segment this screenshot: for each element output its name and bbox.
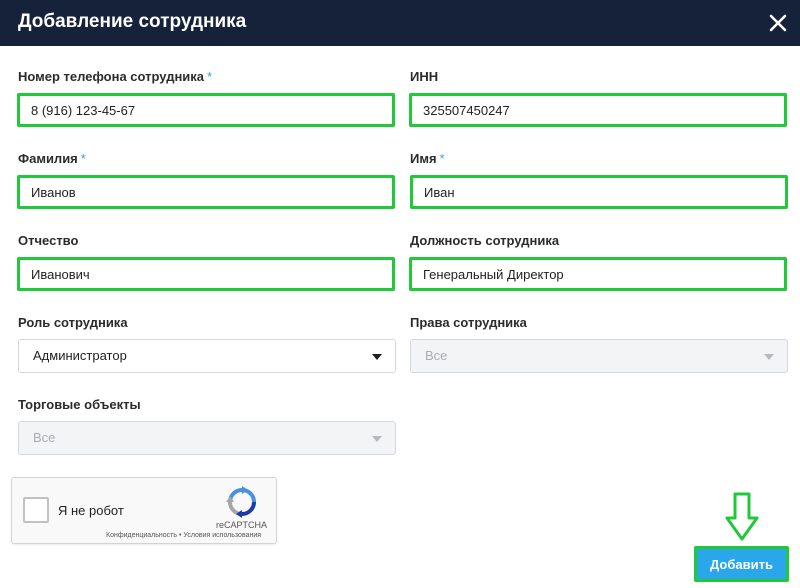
role-select[interactable]: Администратор	[18, 339, 396, 373]
outlets-label: Торговые объекты	[18, 397, 141, 412]
chevron-down-icon	[764, 354, 774, 360]
close-icon	[769, 14, 787, 32]
last-name-label-text: Фамилия	[18, 151, 78, 166]
patronymic-input[interactable]	[17, 257, 395, 291]
phone-label: Номер телефона сотрудника *	[18, 69, 212, 84]
rights-label: Права сотрудника	[410, 315, 527, 330]
first-name-input[interactable]	[410, 175, 788, 209]
recaptcha-brand: reCAPTCHA	[216, 520, 268, 530]
chevron-down-icon	[372, 436, 382, 442]
first-name-label-text: Имя	[410, 151, 437, 166]
chevron-down-icon	[372, 354, 382, 360]
last-name-required-mark: *	[80, 151, 86, 166]
arrow-down-icon	[725, 492, 759, 541]
recaptcha-icon	[226, 486, 256, 518]
inn-label: ИНН	[410, 69, 439, 84]
first-name-label: Имя *	[410, 151, 445, 166]
dialog-title: Добавление сотрудника	[18, 11, 247, 32]
recaptcha-checkbox[interactable]	[23, 497, 49, 523]
role-label: Роль сотрудника	[18, 315, 128, 330]
rights-select-value: Все	[425, 348, 448, 363]
dialog-header: Добавление сотрудника	[0, 0, 800, 46]
phone-input[interactable]	[17, 93, 395, 127]
recaptcha-links[interactable]: Конфиденциальность • Условия использован…	[106, 532, 261, 539]
phone-label-text: Номер телефона сотрудника	[18, 69, 205, 84]
recaptcha-widget: Я не робот reCAPTCHA Конфиденциальность …	[11, 477, 277, 544]
phone-required-mark: *	[207, 69, 213, 84]
first-name-required-mark: *	[439, 151, 445, 166]
last-name-label: Фамилия *	[18, 151, 86, 166]
last-name-input[interactable]	[17, 175, 395, 209]
position-label: Должность сотрудника	[410, 233, 560, 248]
outlets-select[interactable]: Все	[18, 421, 396, 455]
close-button[interactable]	[766, 11, 790, 35]
add-button[interactable]: Добавить	[694, 546, 789, 582]
position-input[interactable]	[409, 257, 787, 291]
patronymic-label: Отчество	[18, 233, 79, 248]
outlets-select-value: Все	[33, 430, 56, 445]
rights-select[interactable]: Все	[410, 339, 788, 373]
role-select-value: Администратор	[33, 348, 127, 363]
inn-input[interactable]	[409, 93, 787, 127]
recaptcha-label: Я не робот	[58, 503, 124, 518]
